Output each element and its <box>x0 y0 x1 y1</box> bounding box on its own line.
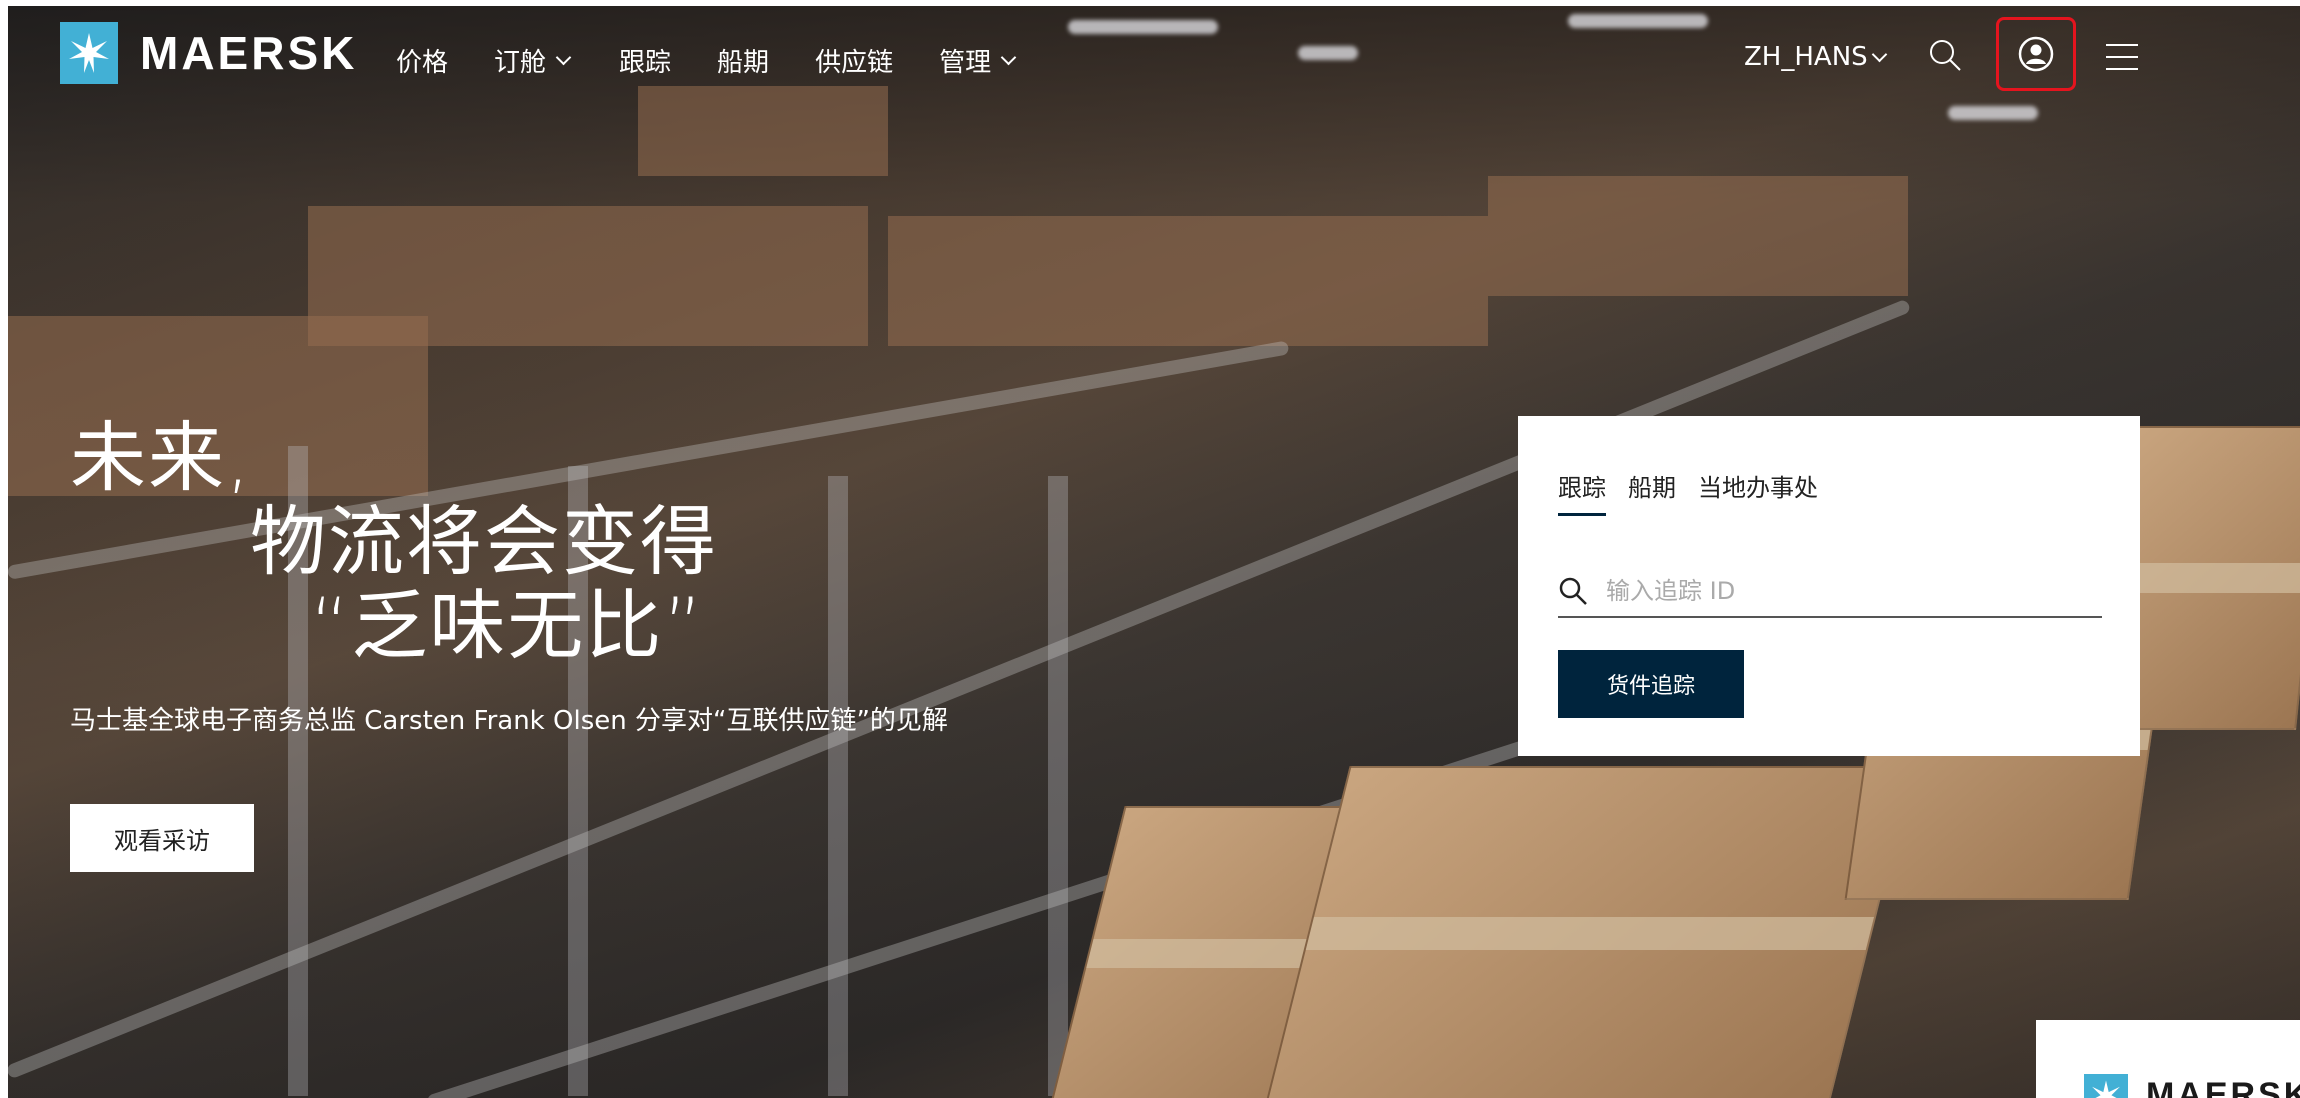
search-icon <box>1559 577 1587 605</box>
tracking-tabs: 跟踪 船期 当地办事处 <box>1558 468 1818 516</box>
shelf-boxes <box>1488 176 1908 296</box>
tracking-card: 跟踪 船期 当地办事处 货件追踪 <box>1518 416 2140 756</box>
chevron-down-icon <box>1000 49 1017 66</box>
tab-schedule[interactable]: 船期 <box>1628 468 1676 516</box>
page: MAERSK 价格 订舱 跟踪 船期 供应链 管理 ZH_HANS 未来, 物流… <box>0 0 2300 1098</box>
popup-brand-name: MAERSK <box>2146 1076 2300 1098</box>
shelf-boxes <box>888 216 1488 346</box>
nav-item-booking[interactable]: 订舱 <box>494 42 573 79</box>
tab-local-office[interactable]: 当地办事处 <box>1698 468 1818 516</box>
headline-line-1: 未来, <box>70 413 253 502</box>
hamburger-menu-icon[interactable] <box>2106 44 2138 80</box>
nav-item-supply-chain[interactable]: 供应链 <box>815 42 893 79</box>
tracking-id-input[interactable] <box>1604 576 2088 606</box>
top-navigation: MAERSK 价格 订舱 跟踪 船期 供应链 管理 ZH_HANS <box>0 0 2292 110</box>
chevron-down-icon <box>555 49 572 66</box>
language-selector[interactable]: ZH_HANS <box>1744 42 1889 72</box>
maersk-logo[interactable]: MAERSK <box>60 22 357 84</box>
nav-item-price[interactable]: 价格 <box>396 42 448 79</box>
rack-post <box>1048 476 1068 1096</box>
tab-tracking[interactable]: 跟踪 <box>1558 468 1606 516</box>
star-icon <box>60 22 118 84</box>
brand-name: MAERSK <box>140 27 358 79</box>
track-shipment-button[interactable]: 货件追踪 <box>1558 650 1744 718</box>
chat-popup[interactable]: MAERSK <box>2036 1020 2300 1098</box>
search-icon[interactable] <box>1928 38 1962 76</box>
headline-line-3: “乏味无比” <box>310 581 705 670</box>
tracking-input-wrapper <box>1558 566 2102 618</box>
profile-button[interactable] <box>1996 17 2076 91</box>
cardboard-box <box>1266 766 1914 1098</box>
watch-interview-button[interactable]: 观看采访 <box>70 804 254 872</box>
rack-post <box>828 476 848 1096</box>
nav-item-manage[interactable]: 管理 <box>939 42 1018 79</box>
nav-item-tracking[interactable]: 跟踪 <box>619 42 671 79</box>
star-icon <box>2084 1074 2128 1098</box>
hero-subline: 马士基全球电子商务总监 Carsten Frank Olsen 分享对“互联供应… <box>70 706 948 736</box>
user-circle-icon <box>2018 36 2054 72</box>
main-menu: 价格 订舱 跟踪 船期 供应链 管理 <box>396 42 1018 79</box>
chevron-down-icon <box>1871 46 1887 62</box>
nav-item-schedule[interactable]: 船期 <box>717 42 769 79</box>
